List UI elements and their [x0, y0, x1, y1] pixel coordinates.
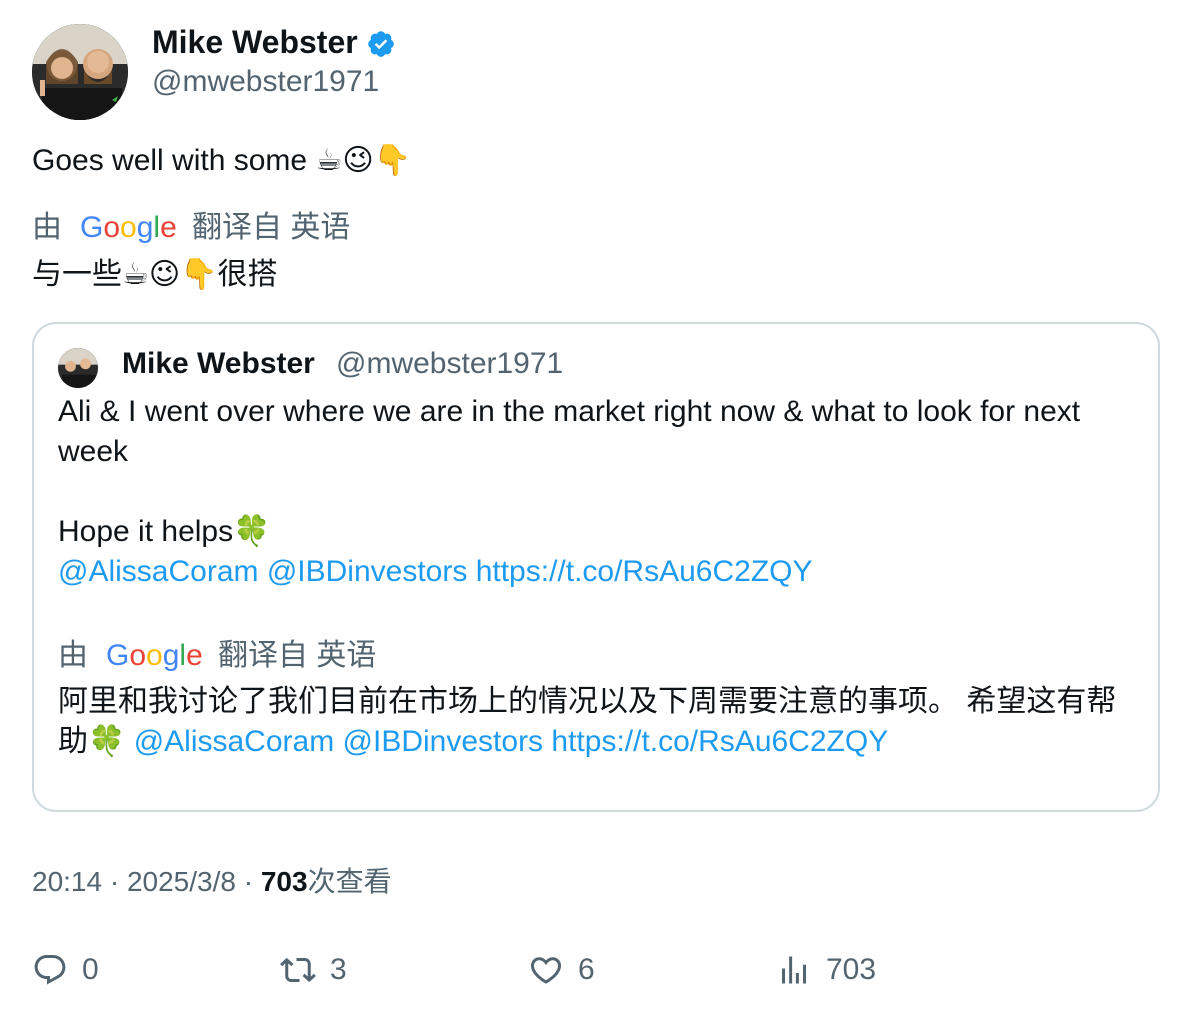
tweet-time[interactable]: 20:14: [32, 866, 102, 897]
reply-icon: [34, 955, 66, 985]
views-button[interactable]: 703: [776, 948, 876, 992]
svg-text:Google: Google: [106, 639, 203, 671]
author-handle[interactable]: @mwebster1971: [152, 62, 379, 102]
google-logo-icon: Google: [80, 211, 178, 254]
retweet-icon: [280, 957, 316, 983]
translated-quoted-link[interactable]: https://t.co/RsAu6C2ZQY: [551, 725, 888, 758]
views-label: 次查看: [307, 866, 392, 897]
quoted-avatar[interactable]: [58, 348, 98, 388]
heart-icon: [530, 957, 562, 984]
analytics-icon: [782, 956, 806, 984]
tweet-emojis: ☕😉👇: [315, 143, 411, 178]
mention-ibdinvestors[interactable]: @IBDinvestors: [267, 555, 468, 588]
tweet-date[interactable]: 2025/3/8: [127, 866, 236, 897]
tweet-meta: 20:14 · 2025/3/8 · 703次查看: [32, 866, 392, 897]
svg-text:Google: Google: [80, 211, 177, 243]
quoted-author-name[interactable]: Mike Webster: [122, 344, 315, 384]
mention-alissacoram[interactable]: @AlissaCoram: [58, 555, 259, 588]
retweet-count: 3: [330, 953, 347, 986]
quoted-translation-suffix: 翻译自 英语: [218, 639, 377, 672]
quoted-translated-text: 阿里和我讨论了我们目前在市场上的情况以及下周需要注意的事项。 希望这有帮助🍀 @…: [58, 682, 1138, 762]
reply-count: 0: [82, 953, 99, 986]
translation-suffix: 翻译自 英语: [192, 211, 351, 244]
quoted-author-handle[interactable]: @mwebster1971: [336, 344, 563, 384]
tweet-text-content: Goes well with some: [32, 144, 308, 177]
google-logo-icon: Google: [106, 639, 204, 682]
translated-mention-ibdinvestors[interactable]: @IBDinvestors: [343, 725, 544, 758]
retweet-button[interactable]: 3: [280, 948, 347, 992]
translation-prefix: 由: [32, 211, 62, 244]
tweet-text: Goes well with some ☕😉👇: [32, 140, 411, 182]
views-count: 703: [260, 866, 308, 897]
avatar[interactable]: [32, 24, 128, 120]
reply-button[interactable]: 0: [32, 948, 99, 992]
verified-badge-icon: [366, 29, 396, 59]
translated-text: 与一些☕😉👇很搭: [32, 258, 278, 291]
translated-mention-alissacoram[interactable]: @AlissaCoram: [134, 725, 335, 758]
quoted-translation-attribution: 由 Google 翻译自 英语: [58, 636, 376, 682]
author-name[interactable]: Mike Webster: [152, 22, 358, 62]
quoted-line-2: Hope it helps🍀: [58, 515, 271, 548]
quoted-line-1: Ali & I went over where we are in the ma…: [58, 395, 1081, 468]
quoted-text: Ali & I went over where we are in the ma…: [58, 392, 1138, 592]
quoted-link[interactable]: https://t.co/RsAu6C2ZQY: [476, 555, 813, 588]
like-count: 6: [578, 953, 595, 986]
quoted-translation-prefix: 由: [58, 639, 88, 672]
translation-attribution: 由 Google 翻译自 英语: [32, 208, 350, 254]
views-action-count: 703: [826, 953, 877, 986]
like-button[interactable]: 6: [528, 948, 595, 992]
